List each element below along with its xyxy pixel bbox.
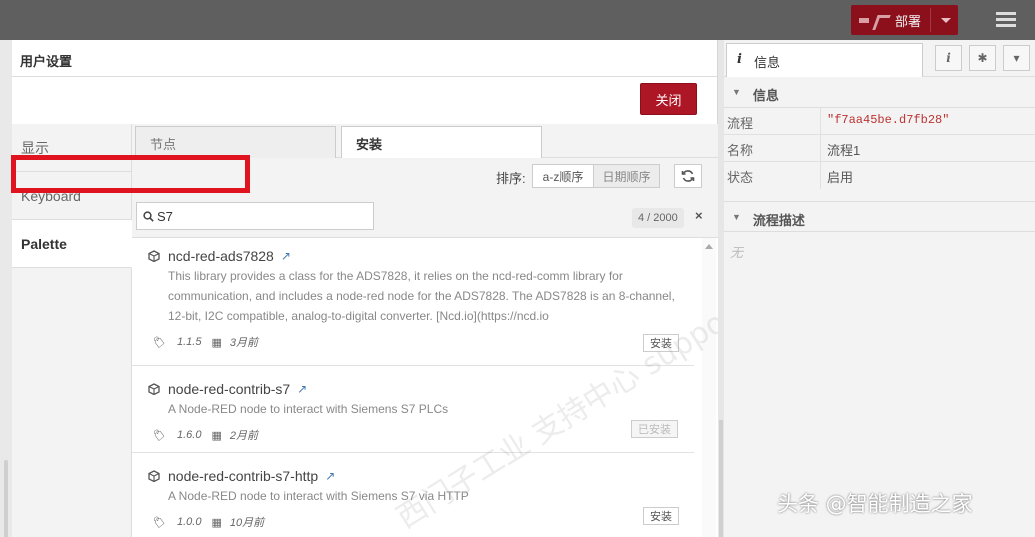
package-updated: 10月前 [229, 517, 265, 529]
chevron-down-icon: ▼ [732, 87, 741, 97]
package-version: 1.6.0 [176, 429, 202, 441]
side-tab-keyboard[interactable]: Keyboard [12, 172, 131, 220]
list-item: ncd-red-ads7828 ↗ This library provides … [132, 238, 694, 366]
palette-subtabs: 节点 安装 [132, 124, 718, 159]
installed-button: 已安装 [631, 420, 678, 438]
scrollbar[interactable] [719, 420, 723, 537]
header-bar: 部署 [0, 0, 1035, 40]
external-link-icon[interactable]: ↗ [297, 382, 307, 396]
user-settings-dialog: 用户设置 关闭 显示 Keyboard Palette 节点 安装 排序: a-… [12, 40, 1035, 537]
package-updated: 2月前 [229, 430, 258, 442]
package-description: A Node-RED node to interact with Siemens… [168, 402, 449, 416]
chevron-down-icon[interactable]: ▾ [1003, 45, 1030, 71]
install-button[interactable]: 安装 [643, 507, 679, 525]
package-list: ncd-red-ads7828 ↗ This library provides … [132, 238, 718, 537]
info-tabs: i 信息 i ✱ ▾ [724, 40, 1035, 77]
list-item: node-red-contrib-s7 ↗ A Node-RED node to… [132, 367, 694, 453]
description-section-header[interactable]: ▼ 流程描述 [724, 201, 1035, 232]
workspace-edge [0, 40, 12, 537]
info-section-header[interactable]: ▼ 信息 [724, 77, 1035, 108]
calendar-icon: ▦ [211, 516, 222, 529]
palette-content: 节点 安装 排序: a-z顺序 日期顺序 4 / 2000 × ncd-red [132, 124, 718, 537]
credit-watermark: 头条 @智能制造之家 [777, 492, 973, 516]
debug-icon[interactable]: ✱ [969, 45, 996, 71]
install-button[interactable]: 安装 [643, 334, 679, 352]
package-updated: 3月前 [229, 337, 258, 349]
search-box [136, 202, 374, 230]
deploy-button[interactable]: 部署 [851, 5, 958, 35]
calendar-icon: ▦ [211, 429, 222, 442]
tab-nodes[interactable]: 节点 [135, 126, 336, 158]
package-version: 1.1.5 [176, 336, 202, 348]
tag-icon: 🏷 [151, 516, 165, 529]
description-text: 无 [730, 245, 744, 260]
property-value: 启用 [827, 170, 854, 185]
settings-side-tabs: 显示 Keyboard Palette [12, 124, 132, 537]
property-value: "f7aa45be.d7fb28" [827, 113, 950, 127]
property-row: 名称 流程1 [724, 135, 1035, 162]
sort-bar: 排序: a-z顺序 日期顺序 [132, 158, 718, 194]
search-row: 4 / 2000 × [132, 194, 718, 238]
hamburger-menu-icon[interactable] [996, 12, 1016, 28]
property-key: 状态 [724, 162, 821, 189]
result-count: 4 / 2000 [632, 208, 684, 228]
divider [930, 8, 931, 32]
refresh-icon [681, 170, 695, 182]
scroll-up-icon[interactable] [705, 244, 713, 249]
info-sidebar: i 信息 i ✱ ▾ ▼ 信息 流程 "f7aa45be.d7fb28" 名称 … [724, 40, 1035, 537]
close-button[interactable]: 关闭 [640, 83, 697, 115]
external-link-icon[interactable]: ↗ [281, 249, 291, 263]
dialog-title: 用户设置 [12, 40, 717, 77]
property-key: 名称 [724, 135, 821, 161]
package-name: node-red-contrib-s7-http [168, 468, 319, 484]
property-key: 流程 [724, 108, 821, 134]
property-value: 流程1 [827, 143, 861, 158]
property-row: 流程 "f7aa45be.d7fb28" [724, 108, 1035, 135]
package-name: node-red-contrib-s7 [168, 381, 291, 397]
property-row: 状态 启用 [724, 162, 1035, 189]
package-icon [148, 470, 160, 482]
scrollbar[interactable] [702, 238, 716, 537]
sort-label: 排序: [496, 171, 526, 186]
tab-install[interactable]: 安装 [341, 126, 542, 159]
tab-info-label: 信息 [753, 55, 780, 70]
deploy-icon [859, 13, 887, 27]
sort-az-button[interactable]: a-z顺序 [532, 164, 594, 188]
tab-info[interactable]: i 信息 [726, 43, 923, 77]
chevron-down-icon: ▼ [732, 212, 741, 222]
deploy-label: 部署 [895, 13, 922, 29]
calendar-icon: ▦ [211, 336, 222, 349]
scrollbar[interactable] [4, 460, 8, 537]
refresh-button[interactable] [674, 164, 702, 188]
info-icon[interactable]: i [935, 45, 962, 71]
tag-icon: 🏷 [151, 429, 165, 442]
side-tab-display[interactable]: 显示 [12, 124, 131, 172]
tag-icon: 🏷 [151, 336, 165, 349]
section-title: 信息 [752, 88, 779, 103]
side-tab-palette[interactable]: Palette [12, 220, 132, 268]
package-icon [148, 250, 160, 262]
info-icon: i [737, 52, 742, 67]
chevron-down-icon[interactable] [941, 18, 951, 23]
package-version: 1.0.0 [176, 516, 202, 528]
package-description: A Node-RED node to interact with Siemens… [168, 489, 469, 503]
clear-search-icon[interactable]: × [695, 208, 703, 223]
external-link-icon[interactable]: ↗ [325, 469, 335, 483]
package-description: This library provides a class for the AD… [168, 269, 675, 323]
package-name: ncd-red-ads7828 [168, 248, 274, 264]
search-input[interactable] [157, 208, 357, 224]
section-title: 流程描述 [752, 213, 805, 228]
sort-date-button[interactable]: 日期顺序 [594, 164, 660, 188]
search-icon [143, 210, 154, 222]
package-icon [148, 383, 160, 395]
list-item: node-red-contrib-s7-http ↗ A Node-RED no… [132, 454, 694, 537]
